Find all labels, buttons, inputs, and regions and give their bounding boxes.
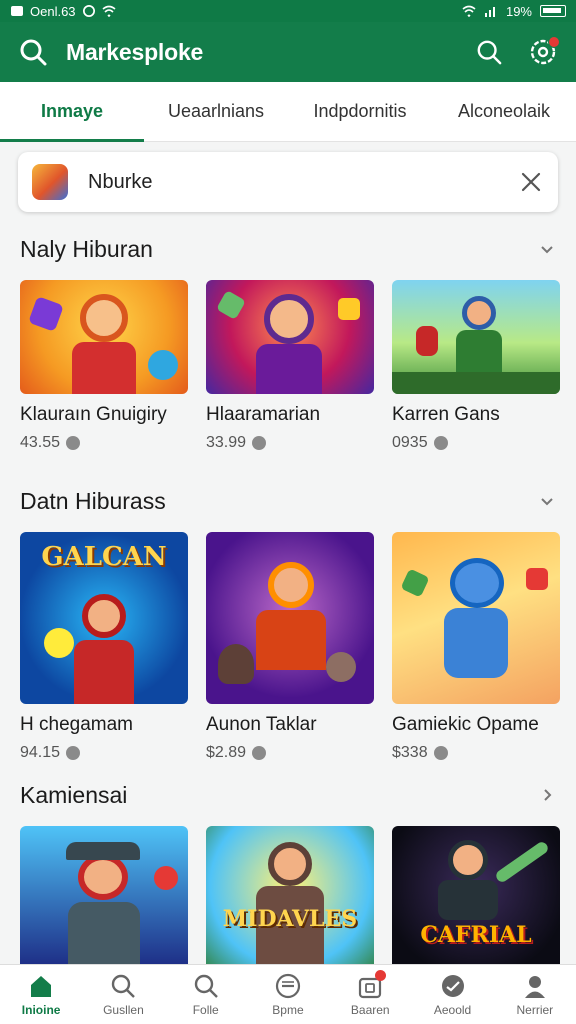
section-kamiensai: Kamiensai MIDAVLES CAFRIAL [0, 780, 576, 976]
nav-home[interactable]: Inioine [0, 965, 82, 1024]
game-thumbnail [206, 532, 374, 704]
nav-badge [375, 969, 387, 981]
coin-icon [433, 746, 448, 760]
section-datn-hiburass: Datn Hiburass GALCAN H chegamam 94.15 Au… [0, 486, 576, 762]
card-title: Gamiekic Opame [392, 714, 539, 735]
nav-folle[interactable]: Folle [165, 965, 247, 1024]
signal-icon [484, 7, 495, 17]
game-thumbnail [20, 826, 188, 976]
game-thumbnail: CAFRIAL [392, 826, 560, 976]
search-icon [477, 40, 502, 65]
game-card[interactable]: Karren Gans 0935 [392, 280, 560, 452]
coin-icon [252, 746, 267, 760]
game-thumbnail: MIDAVLES [206, 826, 374, 976]
nav-label: Gusllen [103, 1002, 144, 1017]
section-title: Datn Hiburass [20, 487, 166, 514]
thumbnail-art-text: MIDAVLES [222, 906, 358, 932]
tab-indpdornitis[interactable]: Indpdornitis [288, 82, 432, 141]
thumbnail-art-text: GALCAN [41, 542, 167, 572]
profile-icon [524, 975, 545, 998]
game-card[interactable] [20, 826, 188, 976]
nav-bpme[interactable]: Bpme [247, 965, 329, 1024]
close-icon[interactable] [518, 169, 544, 195]
filter-chip[interactable]: Nburke [18, 152, 558, 212]
game-card[interactable]: Aunon Taklar $2.89 [206, 532, 374, 762]
card-title: Klauraın Gnuigiry [20, 404, 167, 425]
whatsapp-icon [82, 5, 95, 17]
chevron-down-icon[interactable] [538, 240, 556, 258]
nav-label: Nerrier [516, 1002, 554, 1017]
thumbnail-art-text: CAFRIAL [420, 922, 532, 948]
wifi-small-icon [102, 5, 116, 17]
search-button[interactable] [474, 37, 504, 67]
heart-icon [441, 974, 464, 997]
card-price: 0935 [392, 434, 428, 451]
card-title: Hlaaramarian [206, 404, 321, 425]
section-title: Kamiensai [20, 781, 128, 808]
app-bar: Markesploke [0, 22, 576, 82]
card-title: Karren Gans [392, 404, 500, 425]
search-icon [194, 974, 218, 998]
section-naly-hiburan: Naly Hiburan Klauraın Gnuigiry 43.55 Hla… [0, 234, 576, 452]
card-price: 43.55 [20, 434, 61, 451]
game-card[interactable]: GALCAN H chegamam 94.15 [20, 532, 188, 762]
game-card[interactable]: Hlaaramarian 33.99 [206, 280, 374, 452]
tab-alconeolaik[interactable]: Alconeolaik [432, 82, 576, 141]
game-thumbnail [20, 280, 188, 394]
nav-label: Aeoold [433, 1002, 472, 1017]
status-bar: Oenl.63 19% [0, 0, 576, 22]
notification-icon [11, 6, 23, 16]
search-button-left[interactable] [18, 37, 48, 67]
battery-icon [540, 5, 566, 17]
settings-button[interactable] [528, 36, 560, 67]
card-title: H chegamam [20, 714, 133, 735]
filter-chip-label: Nburke [88, 170, 153, 193]
game-avatar [32, 164, 68, 200]
status-time: Oenl.63 [30, 3, 76, 19]
search-icon [112, 974, 136, 998]
nav-baaren[interactable]: Baaren [329, 965, 411, 1024]
nav-label: Inioine [21, 1002, 61, 1017]
chevron-right-icon[interactable] [538, 786, 556, 804]
card-price: $338 [392, 744, 428, 761]
tab-ueaarlnians[interactable]: Ueaarlnians [144, 82, 288, 141]
compass-icon [275, 973, 301, 998]
card-title: Aunon Taklar [206, 714, 317, 735]
tab-inmaye[interactable]: Inmaye [0, 82, 144, 142]
card-price: $2.89 [206, 744, 247, 761]
nav-label: Folle [192, 1002, 219, 1017]
coin-icon [66, 746, 81, 760]
battery-percent: 19% [505, 3, 532, 19]
game-card[interactable]: Klauraın Gnuigiry 43.55 [20, 280, 188, 452]
search-icon [20, 39, 47, 66]
nav-aeoold[interactable]: Aeoold [411, 965, 493, 1024]
coin-icon [252, 436, 267, 450]
section-title: Naly Hiburan [20, 235, 153, 262]
nav-label: Bpme [272, 1002, 304, 1017]
coin-icon [433, 436, 448, 450]
chevron-down-icon[interactable] [538, 492, 556, 510]
game-thumbnail [392, 532, 560, 704]
game-card[interactable]: CAFRIAL [392, 826, 560, 976]
coin-icon [66, 436, 81, 450]
app-title: Markesploke [66, 38, 204, 65]
bag-icon-wrap [357, 969, 387, 999]
bottom-navigation: Inioine Gusllen Folle Bpme Baaren Aeoold… [0, 964, 576, 1024]
nav-nerrier[interactable]: Nerrier [494, 965, 576, 1024]
nav-gusllen[interactable]: Gusllen [82, 965, 164, 1024]
game-card[interactable]: Gamiekic Opame $338 [392, 532, 560, 762]
home-icon [31, 975, 52, 997]
nav-label: Baaren [350, 1002, 390, 1017]
card-price: 94.15 [20, 744, 61, 761]
game-thumbnail [392, 280, 560, 394]
tab-bar: Inmaye Ueaarlnians Indpdornitis Alconeol… [0, 82, 576, 142]
wifi-icon [462, 5, 476, 17]
game-card[interactable]: MIDAVLES [206, 826, 374, 976]
game-thumbnail [206, 280, 374, 394]
notification-badge [548, 36, 560, 48]
game-thumbnail: GALCAN [20, 532, 188, 704]
card-price: 33.99 [206, 434, 247, 451]
